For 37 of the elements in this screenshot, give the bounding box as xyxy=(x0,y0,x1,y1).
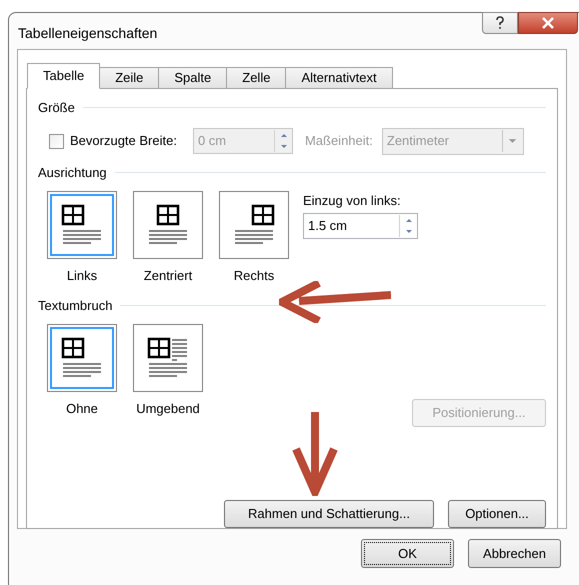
tab[interactable]: Zelle xyxy=(226,67,286,89)
table-layout-icon xyxy=(233,204,275,246)
tab[interactable]: Tabelle xyxy=(27,63,100,89)
close-icon xyxy=(541,17,555,29)
section-title: Textumbruch xyxy=(38,296,112,314)
cancel-button[interactable]: Abbrechen xyxy=(468,539,561,568)
table-layout-icon xyxy=(147,204,189,246)
ok-button[interactable]: OK xyxy=(361,539,454,568)
option-label: Links xyxy=(66,267,98,285)
tab[interactable]: Spalte xyxy=(158,67,228,89)
tab[interactable]: Zeile xyxy=(99,67,160,89)
layout-option[interactable] xyxy=(47,191,117,259)
option-label: Zentriert xyxy=(144,267,192,285)
layout-option[interactable] xyxy=(47,324,117,392)
tab[interactable]: Alternativtext xyxy=(285,67,393,89)
borders-shading-button[interactable]: Rahmen und Schattierung... xyxy=(224,500,434,528)
checkbox-label: Bevorzugte Breite: xyxy=(70,132,177,150)
layout-option[interactable] xyxy=(133,324,203,392)
layout-option[interactable] xyxy=(219,191,289,259)
option-label: Umgebend xyxy=(136,400,200,418)
table-layout-icon xyxy=(147,337,189,379)
help-button[interactable] xyxy=(482,12,518,34)
window-title: Tabelleneigenschaften xyxy=(18,24,158,43)
option-label: Rechts xyxy=(234,267,274,285)
checkbox[interactable] xyxy=(49,134,64,148)
indent-label: Einzug von links: xyxy=(303,192,402,210)
option-label: Ohne xyxy=(66,400,98,418)
table-layout-icon xyxy=(61,204,103,246)
options-button[interactable]: Optionen... xyxy=(448,500,546,528)
table-layout-icon xyxy=(61,337,103,379)
section-title: Größe xyxy=(38,99,75,117)
close-button[interactable] xyxy=(518,12,578,34)
question-mark-icon xyxy=(495,16,505,30)
indent-field[interactable]: 1.5 cm xyxy=(303,212,418,238)
section-title: Ausrichtung xyxy=(38,164,107,182)
unit-label: Maßeinheit: xyxy=(304,132,373,150)
layout-option[interactable] xyxy=(133,191,203,259)
